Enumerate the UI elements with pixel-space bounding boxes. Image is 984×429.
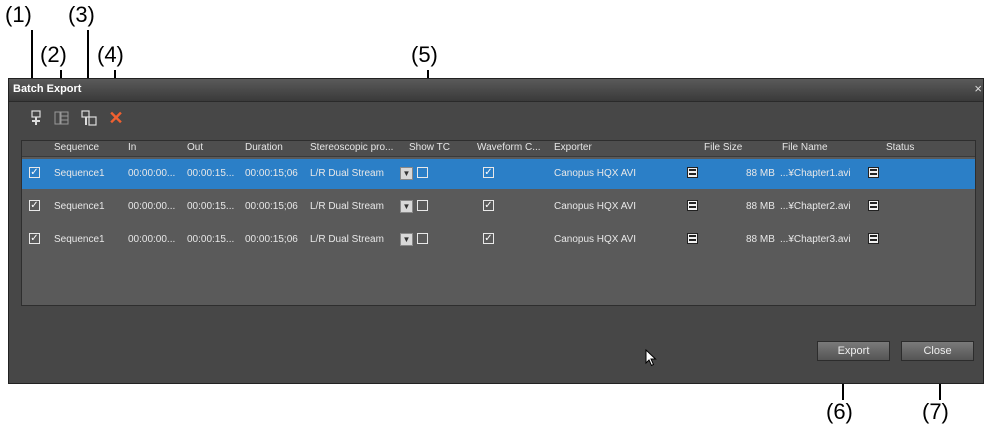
table-row[interactable]: ✓ Sequence1 00:00:00... 00:00:15... 00:0… xyxy=(22,225,975,255)
cell-in: 00:00:00... xyxy=(128,234,176,245)
header-stereoscopic[interactable]: Stereoscopic pro... xyxy=(310,142,393,153)
title-bar[interactable]: Batch Export × xyxy=(9,79,983,102)
cell-sequence: Sequence1 xyxy=(54,234,105,245)
mouse-cursor-icon xyxy=(645,348,657,372)
callout-1: (1) xyxy=(5,2,32,27)
cell-out: 00:00:15... xyxy=(187,234,235,245)
cell-file-size: 88 MB xyxy=(746,168,775,179)
close-button[interactable]: Close xyxy=(901,341,974,361)
header-out[interactable]: Out xyxy=(187,142,203,153)
callout-4: (4) xyxy=(97,42,124,67)
header-file-size[interactable]: File Size xyxy=(704,142,742,153)
header-show-tc[interactable]: Show TC xyxy=(409,142,450,153)
header-waveform[interactable]: Waveform C... xyxy=(477,142,541,153)
waveform-checkbox[interactable]: ✓ xyxy=(483,233,494,244)
header-sequence[interactable]: Sequence xyxy=(54,142,99,153)
close-icon[interactable]: × xyxy=(974,81,982,96)
batch-add-icon[interactable] xyxy=(80,109,98,127)
cell-in: 00:00:00... xyxy=(128,168,176,179)
cell-stereoscopic: L/R Dual Stream xyxy=(310,201,384,212)
callout-3: (3) xyxy=(68,2,95,27)
file-name-settings-icon[interactable] xyxy=(868,233,879,244)
file-name-settings-icon[interactable] xyxy=(868,200,879,211)
add-icon[interactable] xyxy=(27,109,45,127)
cell-file-name: ...¥Chapter1.avi xyxy=(780,168,851,179)
callout-6: (6) xyxy=(826,399,853,424)
cell-exporter: Canopus HQX AVI xyxy=(554,234,637,245)
cell-exporter: Canopus HQX AVI xyxy=(554,201,637,212)
cell-file-size: 88 MB xyxy=(746,201,775,212)
header-file-name[interactable]: File Name xyxy=(782,142,828,153)
table-row[interactable]: ✓ Sequence1 00:00:00... 00:00:15... 00:0… xyxy=(22,192,975,222)
callout-2: (2) xyxy=(40,42,67,67)
window-title: Batch Export xyxy=(13,83,82,95)
cell-file-name: ...¥Chapter3.avi xyxy=(780,234,851,245)
cell-stereoscopic: L/R Dual Stream xyxy=(310,168,384,179)
cell-duration: 00:00:15;06 xyxy=(245,168,298,179)
table-row[interactable]: ✓ Sequence1 00:00:00... 00:00:15... 00:0… xyxy=(22,159,975,189)
show-tc-checkbox[interactable] xyxy=(417,167,428,178)
waveform-checkbox[interactable]: ✓ xyxy=(483,200,494,211)
row-enable-checkbox[interactable]: ✓ xyxy=(29,200,40,211)
row-enable-checkbox[interactable]: ✓ xyxy=(29,233,40,244)
stereoscopic-dropdown-icon[interactable]: ▼ xyxy=(400,233,413,246)
cell-out: 00:00:15... xyxy=(187,168,235,179)
show-tc-checkbox[interactable] xyxy=(417,233,428,244)
batch-export-dialog: Batch Export × ✕ Sequence In Out Duratio… xyxy=(8,78,984,384)
cell-sequence: Sequence1 xyxy=(54,168,105,179)
cell-file-name: ...¥Chapter2.avi xyxy=(780,201,851,212)
row-enable-checkbox[interactable]: ✓ xyxy=(29,167,40,178)
cell-in: 00:00:00... xyxy=(128,201,176,212)
cell-duration: 00:00:15;06 xyxy=(245,234,298,245)
callout-7: (7) xyxy=(922,399,949,424)
exporter-settings-icon[interactable] xyxy=(687,233,698,244)
cell-duration: 00:00:15;06 xyxy=(245,201,298,212)
file-name-settings-icon[interactable] xyxy=(868,167,879,178)
waveform-checkbox[interactable]: ✓ xyxy=(483,167,494,178)
header-exporter[interactable]: Exporter xyxy=(554,142,592,153)
cell-sequence: Sequence1 xyxy=(54,201,105,212)
cell-exporter: Canopus HQX AVI xyxy=(554,168,637,179)
add-below-icon[interactable] xyxy=(53,109,71,127)
callout-5: (5) xyxy=(411,42,438,67)
exporter-settings-icon[interactable] xyxy=(687,200,698,211)
header-status[interactable]: Status xyxy=(886,142,914,153)
exporter-settings-icon[interactable] xyxy=(687,167,698,178)
cell-out: 00:00:15... xyxy=(187,201,235,212)
batch-list-table: Sequence In Out Duration Stereoscopic pr… xyxy=(21,140,976,306)
header-duration[interactable]: Duration xyxy=(245,142,283,153)
stereoscopic-dropdown-icon[interactable]: ▼ xyxy=(400,167,413,180)
show-tc-checkbox[interactable] xyxy=(417,200,428,211)
cell-file-size: 88 MB xyxy=(746,234,775,245)
stereoscopic-dropdown-icon[interactable]: ▼ xyxy=(400,200,413,213)
table-header: Sequence In Out Duration Stereoscopic pr… xyxy=(22,141,975,157)
header-in[interactable]: In xyxy=(128,142,136,153)
cell-stereoscopic: L/R Dual Stream xyxy=(310,234,384,245)
export-button[interactable]: Export xyxy=(817,341,890,361)
delete-icon[interactable]: ✕ xyxy=(107,108,125,128)
